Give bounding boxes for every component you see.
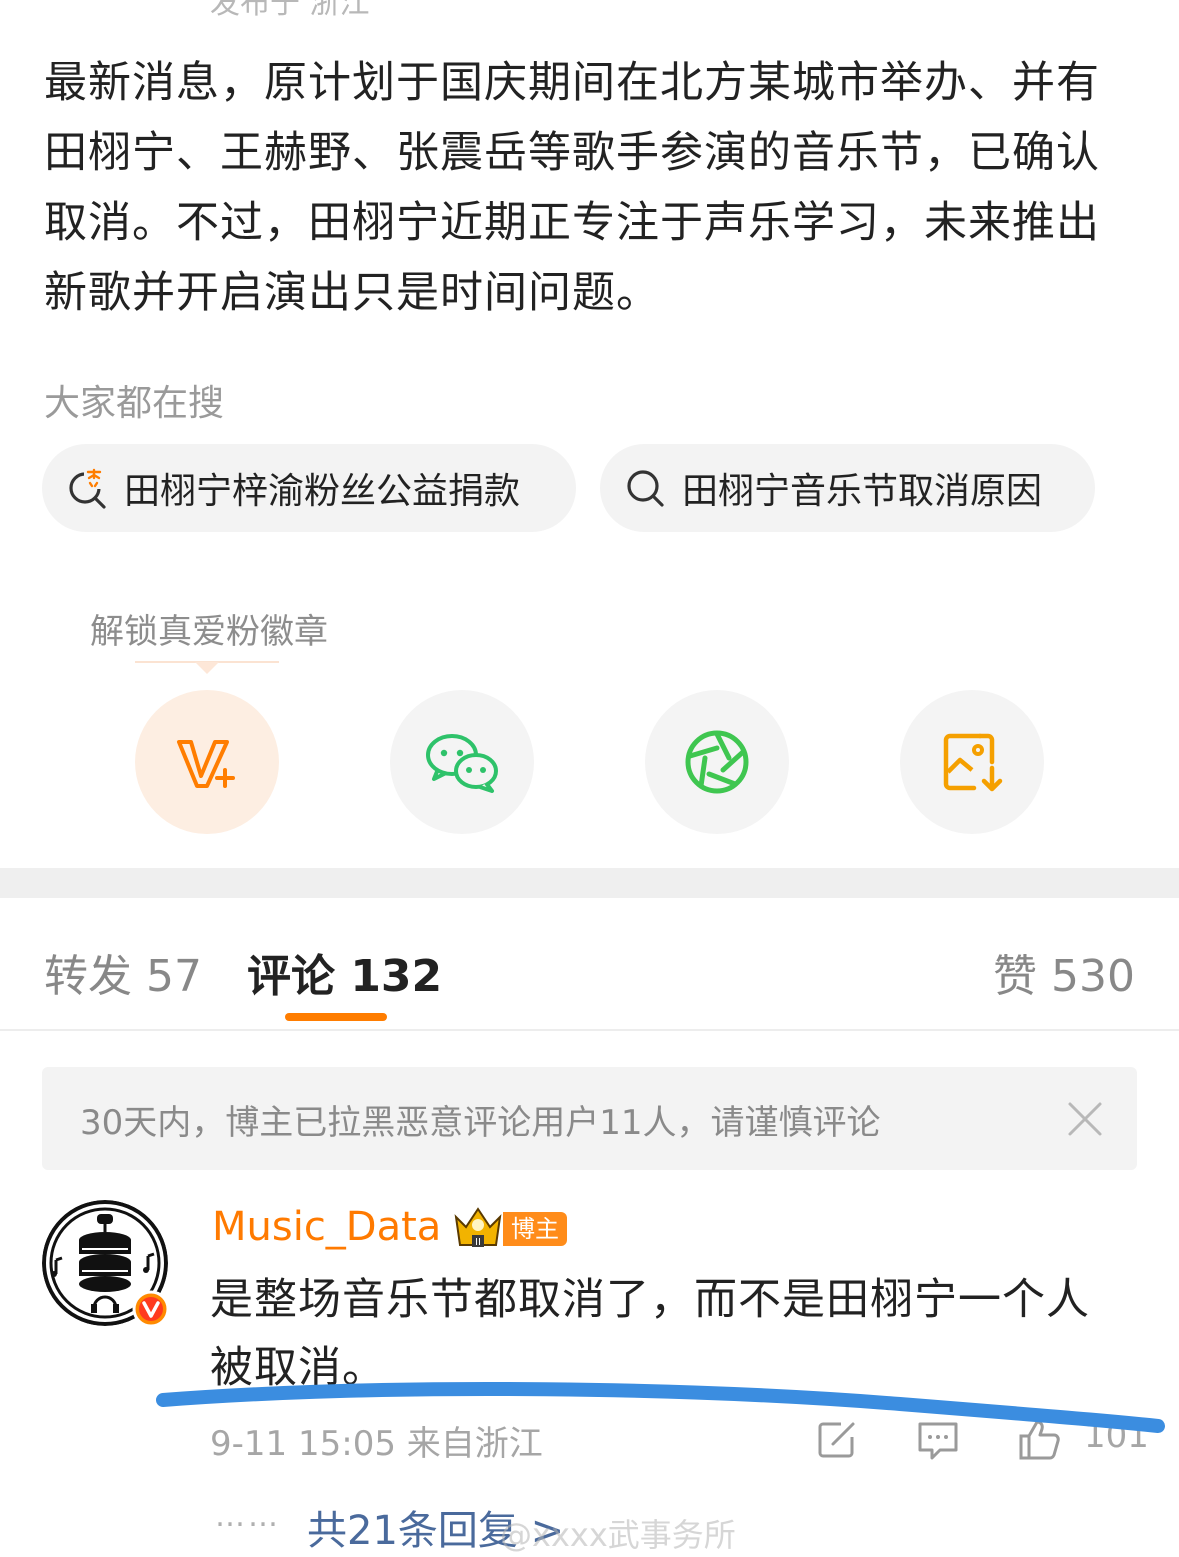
crown-level-icon: II bbox=[454, 1207, 502, 1248]
comment-bubble-icon[interactable] bbox=[916, 1418, 960, 1462]
moments-aperture-icon bbox=[685, 730, 749, 794]
hot-search-title: 大家都在搜 bbox=[44, 383, 225, 424]
verified-v-icon bbox=[132, 1290, 170, 1328]
hot-search-chip-2[interactable]: 田栩宁音乐节取消原因 bbox=[600, 444, 1095, 532]
tab-repost[interactable]: 转发 57 bbox=[44, 940, 202, 1004]
hot-search-chip-1[interactable]: 田栩宁梓渝粉丝公益捐款 bbox=[42, 444, 576, 532]
save-image-icon bbox=[943, 733, 1003, 792]
author-tag-badge: 博主 bbox=[503, 1212, 567, 1246]
tip-caret-icon bbox=[195, 662, 219, 674]
tabs-divider bbox=[0, 1029, 1179, 1031]
share-wechat-button[interactable] bbox=[390, 690, 534, 834]
hot-search-chip-label: 田栩宁音乐节取消原因 bbox=[682, 471, 1043, 512]
section-divider bbox=[0, 868, 1179, 898]
share-moments-button[interactable] bbox=[645, 690, 789, 834]
block-notice-text: 30天内，博主已拉黑恶意评论用户11人，请谨慎评论 bbox=[80, 1103, 881, 1143]
post-meta-cropped: 发布于 浙江 bbox=[210, 0, 370, 21]
edit-reply-icon[interactable] bbox=[815, 1418, 859, 1462]
comment-meta: 9-11 15:05 来自浙江 bbox=[210, 1424, 543, 1464]
block-notice-banner: 30天内，博主已拉黑恶意评论用户11人，请谨慎评论 bbox=[42, 1067, 1137, 1170]
watermark: @xxxx武事务所 bbox=[500, 1516, 736, 1554]
like-count: 101 bbox=[1084, 1416, 1149, 1456]
search-icon bbox=[627, 470, 664, 507]
unlock-badge-tip: 解锁真爱粉徽章 bbox=[90, 612, 328, 652]
comment-username[interactable]: Music_Data bbox=[212, 1204, 441, 1250]
hot-search-icon bbox=[69, 468, 106, 509]
thumbs-up-icon[interactable] bbox=[1017, 1418, 1061, 1462]
comment-text: 是整场音乐节都取消了，而不是田栩宁一个人被取消。 bbox=[210, 1275, 1090, 1393]
tab-like[interactable]: 赞 530 bbox=[993, 940, 1135, 1004]
hot-search-chip-label: 田栩宁梓渝粉丝公益捐款 bbox=[124, 471, 521, 512]
tab-comment[interactable]: 评论 132 bbox=[247, 940, 442, 1004]
active-tab-indicator bbox=[285, 1013, 387, 1021]
wechat-icon bbox=[426, 734, 498, 793]
close-icon[interactable] bbox=[1067, 1101, 1103, 1137]
replies-dots: …… bbox=[215, 1499, 281, 1534]
fan-badge-v-plus-icon bbox=[177, 740, 235, 788]
post-body: 最新消息，原计划于国庆期间在北方某城市举办、并有田栩宁、王赫野、张震岳等歌手参演… bbox=[44, 58, 1100, 318]
svg-text:II: II bbox=[475, 1237, 481, 1248]
save-image-button[interactable] bbox=[900, 690, 1044, 834]
fan-badge-button[interactable] bbox=[135, 690, 279, 834]
